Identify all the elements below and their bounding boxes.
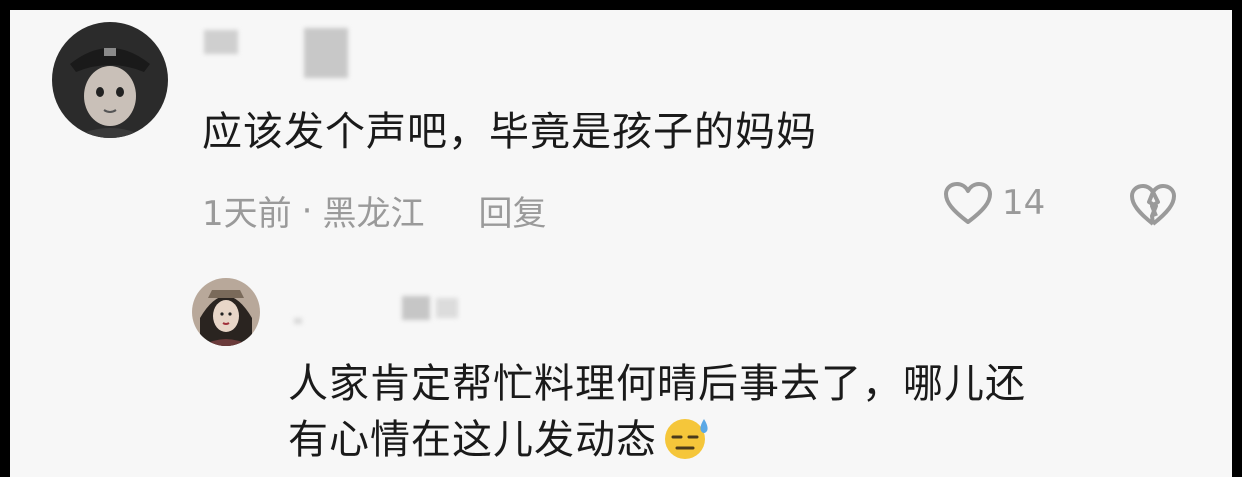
reply-button[interactable]: 回复 bbox=[478, 186, 546, 235]
like-count: 14 bbox=[1002, 183, 1046, 223]
comment-panel: 应该发个声吧，毕竟是孩子的妈妈 1天前 · 黑龙江 回复 14 人家肯定帮忙料理… bbox=[10, 10, 1232, 477]
separator: · bbox=[301, 190, 313, 231]
heart-outline-icon bbox=[944, 182, 992, 224]
reply-text-line-2-content: 有心情在这儿发动态 bbox=[288, 417, 657, 463]
username-redacted bbox=[402, 296, 430, 320]
reply-text-line-2: 有心情在这儿发动态 bbox=[288, 412, 1026, 476]
avatar[interactable] bbox=[52, 22, 168, 138]
avatar[interactable] bbox=[192, 278, 260, 346]
timestamp: 1天前 bbox=[202, 194, 292, 234]
username-redacted bbox=[294, 318, 302, 324]
username-redacted bbox=[204, 30, 238, 54]
username-redacted bbox=[436, 298, 458, 318]
dislike-button[interactable] bbox=[1128, 182, 1178, 232]
broken-heart-icon bbox=[1130, 184, 1176, 226]
location: 黑龙江 bbox=[322, 194, 425, 234]
reply-comment-text: 人家肯定帮忙料理何晴后事去了，哪儿还 有心情在这儿发动态 bbox=[288, 356, 1026, 476]
like-button[interactable]: 14 bbox=[942, 180, 1045, 226]
reply-text-line-1: 人家肯定帮忙料理何晴后事去了，哪儿还 bbox=[288, 361, 1026, 407]
comment-meta: 1天前 · 黑龙江 回复 bbox=[202, 186, 546, 235]
comment-text: 应该发个声吧，毕竟是孩子的妈妈 bbox=[202, 109, 817, 155]
username-redacted bbox=[304, 28, 348, 78]
sweat-face-emoji-icon bbox=[661, 413, 713, 476]
